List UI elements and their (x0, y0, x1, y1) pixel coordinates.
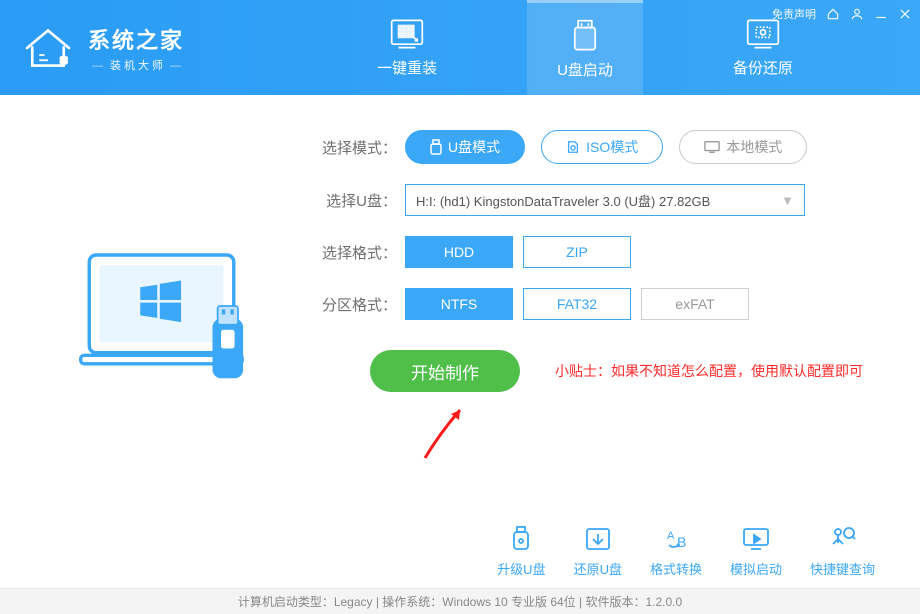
hint-text: 小贴士：如果不知道怎么配置，使用默认配置即可 (555, 361, 863, 381)
house-logo-icon (20, 20, 76, 76)
format-zip[interactable]: ZIP (523, 236, 631, 268)
usb-select[interactable]: H:I: (hd1) KingstonDataTraveler 3.0 (U盘)… (405, 184, 805, 216)
iso-icon (566, 140, 580, 154)
logo-title: 系统之家 (88, 23, 188, 55)
tool-upgrade-usb[interactable]: 升级U盘 (497, 525, 545, 578)
start-button[interactable]: 开始制作 (370, 350, 520, 392)
app-logo: 系统之家 装机大师 (0, 0, 250, 95)
usb-select-label: 选择U盘： (320, 190, 405, 211)
tool-hotkey[interactable]: 快捷键查询 (810, 525, 875, 578)
annotation-arrow-icon (415, 398, 485, 468)
hotkey-icon (827, 525, 857, 553)
format-label: 选择格式： (320, 242, 405, 263)
format-hdd[interactable]: HDD (405, 236, 513, 268)
dropdown-arrow-icon: ▼ (781, 193, 794, 208)
status-bar: 计算机启动类型：Legacy | 操作系统：Windows 10 专业版 64位… (0, 588, 920, 614)
fs-exfat[interactable]: exFAT (641, 288, 749, 320)
svg-text:A: A (667, 530, 675, 542)
tab-label: 备份还原 (733, 57, 793, 78)
mode-iso[interactable]: ISO模式 (541, 130, 663, 164)
tool-simulate[interactable]: 模拟启动 (730, 525, 782, 578)
monitor-icon (704, 140, 720, 154)
simulate-icon (741, 525, 771, 553)
usb-icon (564, 19, 606, 53)
tab-label: 一键重装 (377, 57, 437, 78)
tool-format-convert[interactable]: AB 格式转换 (650, 525, 702, 578)
settings-icon[interactable] (826, 7, 840, 21)
tab-label: U盘启动 (557, 59, 613, 80)
device-illustration (40, 130, 300, 515)
logo-subtitle: 装机大师 (88, 57, 188, 73)
fs-label: 分区格式： (320, 294, 405, 315)
tool-restore-usb[interactable]: 还原U盘 (574, 525, 622, 578)
svg-text:B: B (677, 534, 686, 550)
fs-ntfs[interactable]: NTFS (405, 288, 513, 320)
usb-select-value: H:I: (hd1) KingstonDataTraveler 3.0 (U盘)… (416, 191, 710, 210)
mode-label: 选择模式： (320, 137, 405, 158)
mode-local[interactable]: 本地模式 (679, 130, 807, 164)
user-icon[interactable] (850, 7, 864, 21)
usb-upgrade-icon (506, 525, 536, 553)
mode-usb[interactable]: U盘模式 (405, 130, 525, 164)
declaration-link[interactable]: 免责声明 (772, 6, 816, 22)
fs-fat32[interactable]: FAT32 (523, 288, 631, 320)
close-icon[interactable] (898, 7, 912, 21)
tab-usb-boot[interactable]: U盘启动 (527, 0, 643, 95)
tab-reinstall[interactable]: 一键重装 (347, 0, 467, 95)
backup-icon (742, 17, 784, 51)
minimize-icon[interactable] (874, 7, 888, 21)
restore-icon (583, 525, 613, 553)
windows-reinstall-icon (386, 17, 428, 51)
convert-icon: AB (661, 525, 691, 553)
usb-small-icon (430, 139, 442, 155)
